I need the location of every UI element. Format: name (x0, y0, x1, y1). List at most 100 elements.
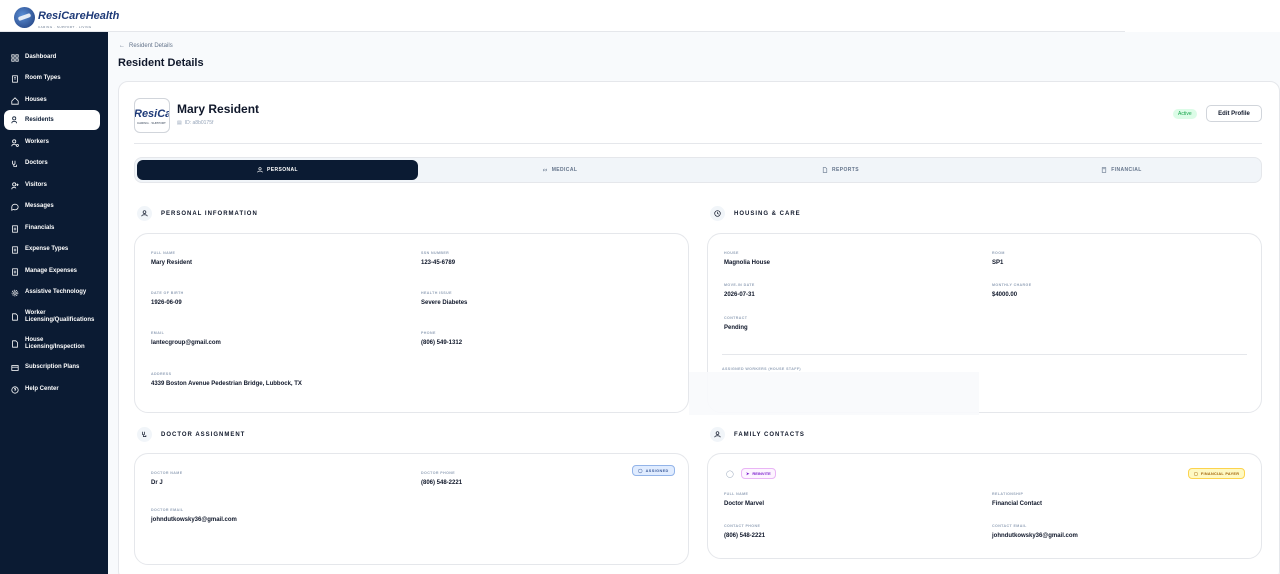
personal-info-heading: PERSONAL INFORMATION (137, 206, 258, 221)
stethoscope-icon (11, 160, 19, 168)
logo-globe-icon (14, 7, 35, 28)
link-icon (542, 168, 547, 172)
sidebar-item-label: Houses (25, 97, 47, 104)
sidebar-item-manage-expenses[interactable]: Manage Expenses (4, 262, 100, 281)
sidebar-item-houses[interactable]: Houses (4, 91, 100, 110)
id-icon: ▤ (177, 120, 182, 126)
sidebar-item-label: Manage Expenses (25, 268, 78, 275)
assigned-badge-label: ASSIGNED (645, 468, 669, 473)
sidebar-item-worker-licensing[interactable]: Worker Licensing/Qualifications (4, 305, 100, 329)
document-icon (11, 340, 19, 348)
housing-heading: HOUSING & CARE (710, 206, 801, 221)
sidebar-item-visitors[interactable]: Visitors (4, 176, 100, 195)
resident-name: Mary Resident (177, 102, 260, 116)
sidebar-item-house-licensing[interactable]: House Licensing/Inspection (4, 332, 100, 356)
sidebar-item-residents[interactable]: Residents (4, 110, 100, 130)
tab-financial[interactable]: FINANCIAL (981, 160, 1262, 180)
full-name-label: FULL NAME (151, 251, 176, 255)
grid-icon (11, 53, 19, 62)
check-circle-icon: ◯ (638, 469, 643, 473)
sidebar-item-expense-types[interactable]: Expense Types (4, 240, 100, 259)
receipt-icon (11, 267, 19, 276)
health-issue-label: HEALTH ISSUE (421, 291, 452, 295)
sidebar-item-assistive-technology[interactable]: Assistive Technology (4, 283, 100, 302)
email-label: EMAIL (151, 331, 165, 335)
tab-bar: PERSONAL MEDICAL REPORTS FINANCIAL (134, 157, 1262, 183)
page-title: Resident Details (118, 57, 204, 69)
address-label: ADDRESS (151, 372, 172, 376)
gear-icon (11, 289, 19, 297)
sidebar-item-workers[interactable]: Workers (4, 133, 100, 152)
doctor-phone-label: DOCTOR PHONE (421, 471, 456, 475)
contract-value: Pending (724, 325, 748, 331)
doctor-name-value: Dr J (151, 480, 163, 486)
avatar: ResiCar CARING · SUPPORT (134, 98, 170, 133)
section-title: DOCTOR ASSIGNMENT (161, 431, 246, 438)
sidebar-item-label: Residents (25, 116, 54, 123)
sidebar-item-label: Messages (25, 203, 54, 210)
app-logo[interactable]: ResiCareHealth CARING · SUPPORT · LIVING (14, 6, 119, 29)
tab-label: PERSONAL (267, 167, 298, 173)
logo-tagline: CARING · SUPPORT · LIVING (38, 25, 92, 29)
card-icon (11, 364, 19, 372)
family-heading: FAMILY CONTACTS (710, 427, 805, 442)
send-icon: ➤ (746, 471, 750, 476)
status-badge: Active (1173, 109, 1197, 119)
dob-label: DATE OF BIRTH (151, 291, 184, 295)
loading-overlay (689, 372, 979, 415)
resident-card: ResiCar CARING · SUPPORT Mary Resident ▤… (118, 81, 1280, 574)
phone-label: PHONE (421, 331, 436, 335)
sidebar-item-financials[interactable]: Financials (4, 219, 100, 238)
doctor-panel: ◯ ASSIGNED DOCTOR NAME Dr J DOCTOR PHONE… (134, 453, 689, 565)
sidebar-item-label: Subscription Plans (25, 364, 80, 371)
sidebar: Dashboard Room Types Houses Residents Wo… (0, 32, 108, 574)
move-in-label: MOVE-IN DATE (724, 283, 755, 287)
assigned-badge: ◯ ASSIGNED (632, 465, 675, 476)
doctor-heading: DOCTOR ASSIGNMENT (137, 427, 245, 442)
calculator-icon (1102, 167, 1107, 173)
sidebar-item-doctors[interactable]: Doctors (4, 154, 100, 173)
stethoscope-icon (137, 427, 152, 442)
breadcrumb-label: Resident Details (129, 43, 173, 49)
reinvite-label: REINVITE (752, 471, 771, 476)
email-value: lantecgroup@gmail.com (151, 340, 221, 346)
financial-payer-label: FINANCIAL PAYER (1200, 471, 1240, 476)
sidebar-item-messages[interactable]: Messages (4, 197, 100, 216)
monthly-charge-value: $4000.00 (992, 292, 1018, 298)
phone-value: (806) 549-1312 (421, 340, 463, 346)
ssn-label: SSN NUMBER (421, 251, 450, 255)
health-issue-value: Severe Diabetes (421, 300, 468, 306)
chat-icon (11, 203, 19, 211)
address-value: 4339 Boston Avenue Pedestrian Bridge, Lu… (151, 381, 302, 387)
sidebar-item-label: Doctors (25, 160, 48, 167)
section-title: HOUSING & CARE (734, 210, 801, 217)
help-icon (11, 385, 19, 394)
sidebar-item-label: Expense Types (25, 246, 69, 253)
user-gear-icon (11, 138, 19, 147)
user-icon (257, 167, 263, 173)
tab-medical[interactable]: MEDICAL (419, 160, 700, 180)
house-label: HOUSE (724, 251, 739, 255)
tab-reports[interactable]: REPORTS (700, 160, 981, 180)
doctor-phone-value: (806) 548-2221 (421, 480, 463, 486)
divider (134, 143, 1262, 144)
contact-email-value: johndutkowsky36@gmail.com (992, 533, 1078, 539)
tab-personal[interactable]: PERSONAL (137, 160, 418, 180)
sidebar-item-subscription-plans[interactable]: Subscription Plans (4, 358, 100, 377)
resident-id-text: ID: a8b0175f (184, 120, 214, 126)
top-bar: ResiCareHealth CARING · SUPPORT · LIVING (0, 0, 1125, 32)
edit-profile-button[interactable]: Edit Profile (1206, 105, 1262, 122)
sidebar-item-label: Workers (25, 139, 49, 146)
contact-phone-label: CONTACT PHONE (724, 524, 761, 528)
sidebar-item-label: House Licensing/Inspection (25, 337, 85, 350)
sidebar-item-dashboard[interactable]: Dashboard (4, 48, 100, 67)
breadcrumb[interactable]: ← Resident Details (119, 43, 173, 49)
reinvite-button[interactable]: ➤ REINVITE (741, 468, 776, 479)
contact-phone-value: (806) 548-2221 (724, 533, 766, 539)
room-value: SP1 (992, 260, 1004, 266)
sidebar-item-help-center[interactable]: Help Center (4, 380, 100, 399)
arrow-left-icon: ← (119, 43, 125, 49)
doctor-email-value: johndutkowsky36@gmail.com (151, 517, 237, 523)
sidebar-item-room-types[interactable]: Room Types (4, 69, 100, 88)
financial-payer-badge: ▢ FINANCIAL PAYER (1188, 468, 1246, 479)
